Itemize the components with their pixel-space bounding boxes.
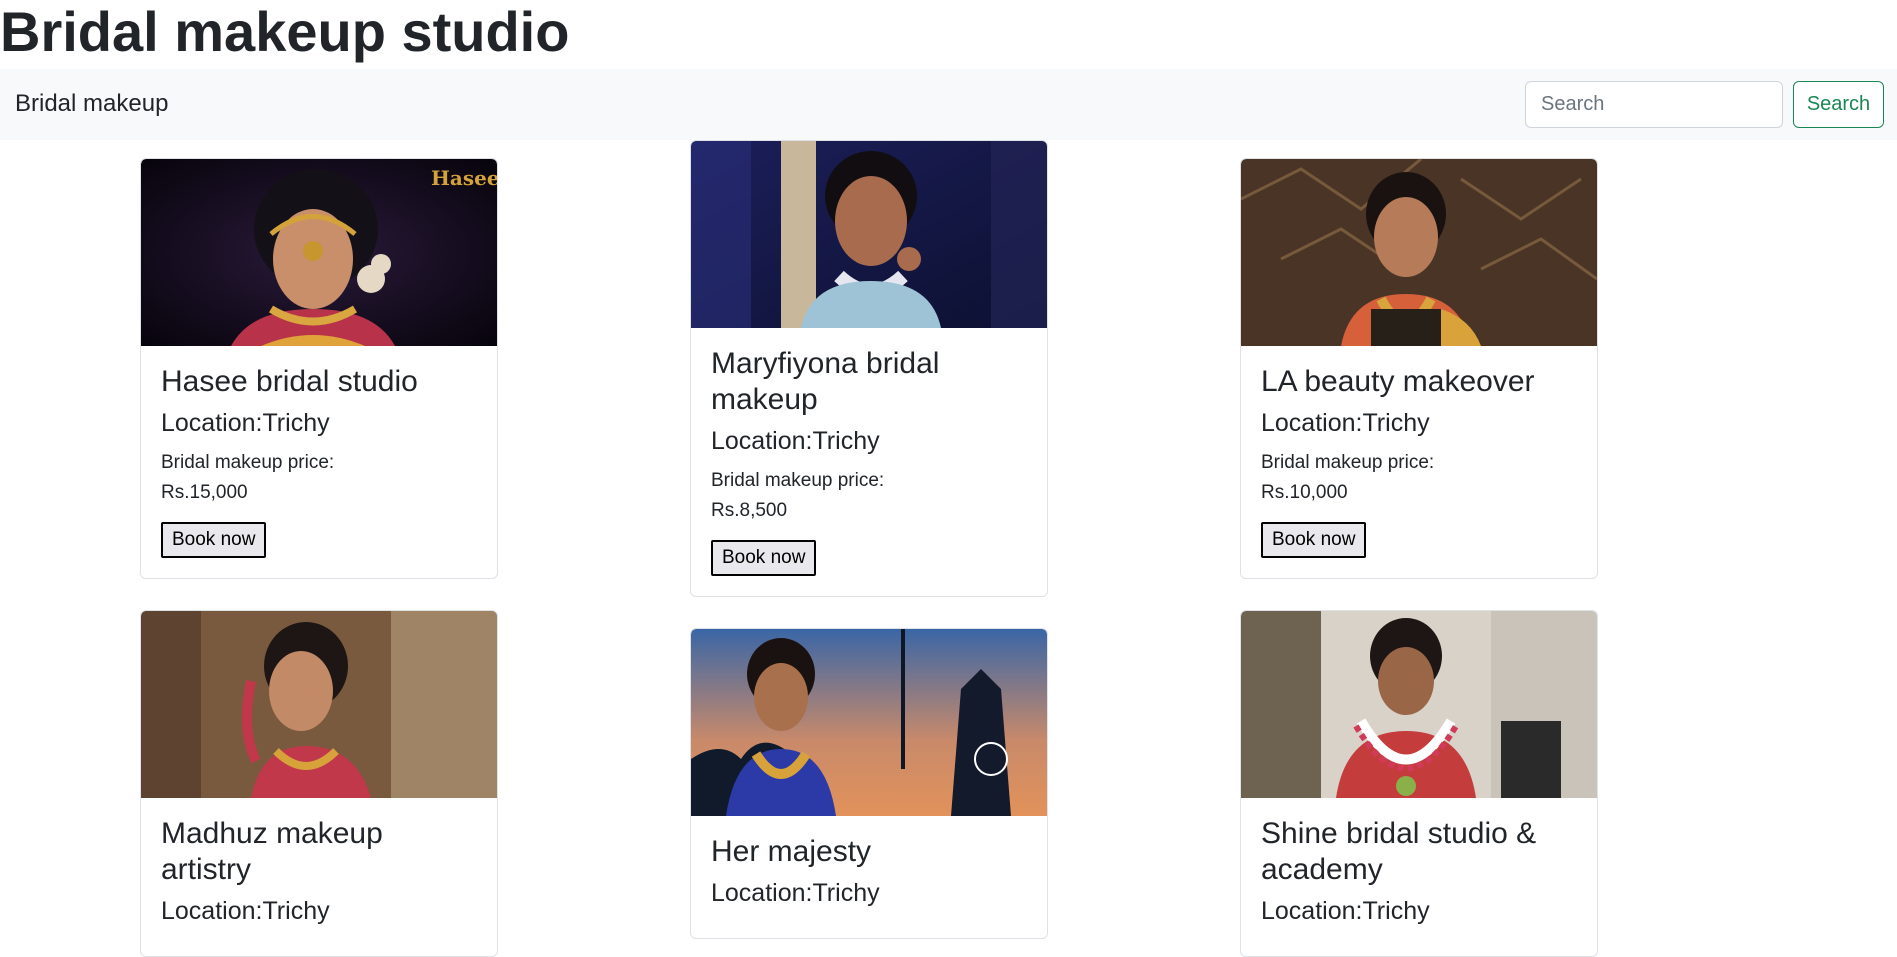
search-button[interactable]: Search [1793,81,1884,128]
card-price: Bridal makeup price: Rs.10,000 [1261,448,1577,508]
card-price: Bridal makeup price: Rs.8,500 [711,466,1027,526]
book-now-button[interactable]: Book now [1261,522,1367,558]
book-now-button[interactable]: Book now [711,540,817,576]
studio-photo: Hasee [141,159,497,346]
card-title: Her majesty [711,835,872,868]
price-value: Rs.15,000 [161,482,248,503]
price-label: Bridal makeup price: [161,452,335,473]
studio-card-shine: Shine bridal studio & academy Location:T… [1240,610,1598,957]
card-location: Location:Trichy [711,879,880,907]
studio-card-maryfiyona: Maryfiyona bridal makeup Location:Trichy… [690,140,1048,597]
studio-card-la-beauty: LA beauty makeover Location:Trichy Brida… [1240,158,1598,579]
card-location: Location:Trichy [1261,409,1430,437]
card-location: Location:Trichy [161,897,330,925]
card-location: Location:Trichy [1261,897,1430,925]
studio-card-madhuz: Madhuz makeup artistry Location:Trichy [140,610,498,957]
card-location: Location:Trichy [161,409,330,437]
card-price: Bridal makeup price: Rs.15,000 [161,448,477,508]
price-value: Rs.8,500 [711,500,788,521]
book-now-button[interactable]: Book now [161,522,267,558]
card-title: Shine bridal studio & academy [1261,817,1537,886]
studio-photo [691,629,1047,816]
studio-photo [1241,159,1597,346]
studio-card-her-majesty: Her majesty Location:Trichy [690,628,1048,939]
card-location: Location:Trichy [711,427,880,455]
studio-photo [141,611,497,798]
studio-photo [691,141,1047,328]
navbar: Bridal makeup Search [0,69,1897,140]
hasee-watermark: Hasee [431,166,497,190]
price-value: Rs.10,000 [1261,482,1348,503]
navbar-brand[interactable]: Bridal makeup [15,89,168,119]
studio-photo [1241,611,1597,798]
price-label: Bridal makeup price: [711,470,885,491]
card-title: Maryfiyona bridal makeup [711,347,940,416]
page-title: Bridal makeup studio [0,0,570,63]
studio-card-hasee: Hasee Hasee bridal studio Location:Trich… [140,158,498,579]
price-label: Bridal makeup price: [1261,452,1435,473]
card-title: Madhuz makeup artistry [161,817,383,886]
search-input[interactable] [1525,81,1783,128]
card-title: LA beauty makeover [1261,365,1535,398]
card-title: Hasee bridal studio [161,365,418,398]
